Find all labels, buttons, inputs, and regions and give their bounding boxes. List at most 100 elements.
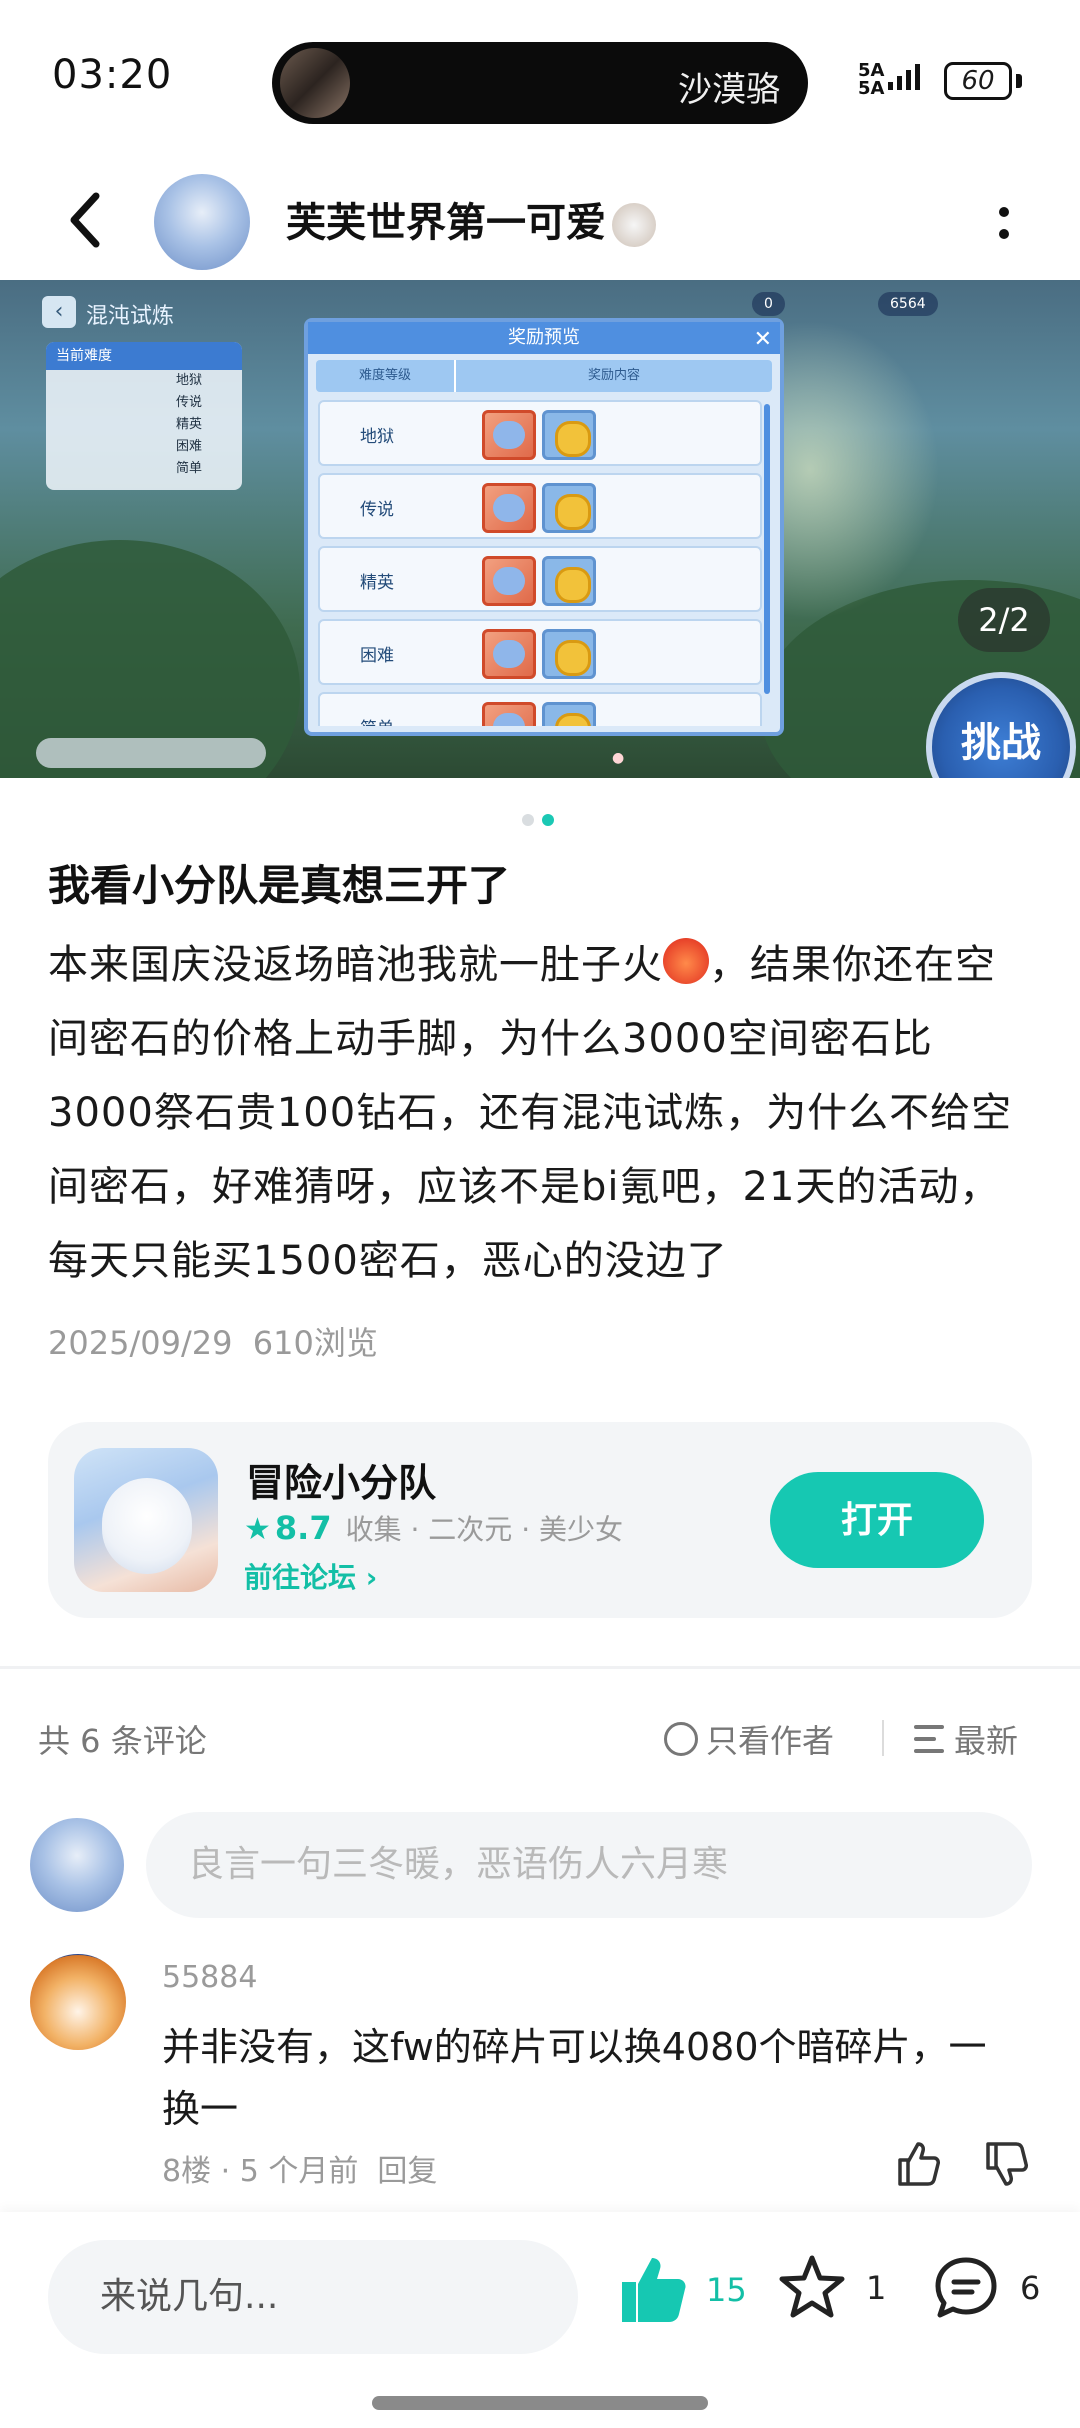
divider <box>882 1720 884 1756</box>
sort-button[interactable]: 最新 <box>914 1716 1018 1762</box>
comment-text: 并非没有，这fw的碎片可以换4080个暗碎片，一换一 <box>162 2025 987 2131</box>
author-only-toggle[interactable]: 只看作者 <box>664 1716 834 1762</box>
game-difficulty-panel: 当前难度 地狱 传说 精英 困难 简单 <box>46 342 242 490</box>
dialog-row: 地狱 <box>318 400 762 466</box>
game-panel-item: 简单 <box>175 461 202 476</box>
carousel-dot[interactable] <box>522 814 534 826</box>
dynamic-island[interactable]: 沙漠骆 <box>272 42 808 124</box>
status-bar: 03:20 沙漠骆 5A 5A 60 <box>0 0 1080 160</box>
island-media-thumbnail <box>280 48 350 118</box>
reward-card-icon <box>482 410 536 460</box>
more-options-icon[interactable] <box>984 188 1024 258</box>
favorite-count: 1 <box>866 2269 887 2307</box>
character-emoji-icon <box>612 203 656 247</box>
row-label: 传说 <box>360 500 394 520</box>
radio-icon <box>664 1722 698 1756</box>
post-date: 2025/09/29 <box>48 1324 233 1362</box>
comment-count: 6 <box>1020 2269 1041 2307</box>
my-avatar[interactable] <box>30 1818 124 1912</box>
row-label: 精英 <box>360 573 394 593</box>
game-panel-head: 当前难度 <box>46 342 242 370</box>
post-views: 610浏览 <box>252 1324 378 1362</box>
dialog-title: 奖励预览 ✕ <box>308 322 780 354</box>
back-arrow-icon[interactable] <box>56 180 116 260</box>
star-outline-icon <box>779 2255 845 2318</box>
bottom-action-bar: 来说几句... 15 1 6 <box>0 2212 1080 2428</box>
game-panel-item: 传说 <box>175 395 202 410</box>
game-back-icon: ‹ <box>42 296 76 328</box>
app-rating: ★ 8.7 收集 · 二次元 · 美少女 <box>244 1508 623 1548</box>
reward-card-icon <box>482 483 536 533</box>
comment-bubble-icon <box>935 2257 997 2318</box>
reward-preview-dialog: 奖励预览 ✕ 难度等级 奖励内容 地狱 传说 精英 困难 <box>304 318 784 736</box>
reply-input[interactable]: 来说几句... <box>48 2240 578 2354</box>
dialog-title-text: 奖励预览 <box>508 327 580 348</box>
dialog-row: 简单 <box>318 692 762 726</box>
forum-link[interactable]: 前往论坛 › <box>244 1556 377 1596</box>
author-name[interactable]: 芙芙世界第一可爱 <box>286 190 656 248</box>
reward-card-icon <box>482 556 536 606</box>
game-warning-text: ● <box>612 750 625 766</box>
game-mode-label: 混沌试炼 <box>86 304 175 329</box>
reward-coin-icon <box>542 629 596 679</box>
author-only-label: 只看作者 <box>706 1722 835 1760</box>
dialog-rows: 地狱 传说 精英 困难 简单 <box>318 400 762 726</box>
game-resource-a: 0 <box>752 292 785 316</box>
comments-count: 共 6 条评论 <box>38 1722 207 1760</box>
carousel-indicator <box>522 814 554 826</box>
commenter-name[interactable]: 55884 <box>162 1960 257 1995</box>
home-indicator[interactable] <box>372 2396 708 2410</box>
comment-input[interactable]: 良言一句三冬暖，恶语伤人六月寒 <box>146 1812 1032 1918</box>
reward-coin-icon <box>542 483 596 533</box>
reward-card-icon <box>482 702 536 726</box>
status-time: 03:20 <box>52 52 173 98</box>
game-panel-item: 地狱 <box>175 373 202 388</box>
row-label: 困难 <box>360 646 394 666</box>
author-avatar[interactable] <box>154 174 250 270</box>
game-panel-item: 困难 <box>175 439 202 454</box>
post-title: 我看小分队是真想三开了 <box>48 861 511 910</box>
thumbs-up-filled-icon <box>622 2258 686 2322</box>
favorite-button[interactable]: 1 <box>776 2252 886 2324</box>
row-label: 简单 <box>360 714 394 726</box>
star-icon: ★ <box>244 1512 271 1547</box>
signal-icon <box>888 64 920 90</box>
image-carousel[interactable]: ‹ 混沌试炼 当前难度 地狱 传说 精英 困难 简单 0 6564 奖励预览 ✕… <box>0 280 1080 778</box>
app-card[interactable]: 冒险小分队 ★ 8.7 收集 · 二次元 · 美少女 前往论坛 › 打开 <box>48 1422 1032 1618</box>
like-count: 15 <box>706 2271 747 2309</box>
battery-tip <box>1016 74 1022 88</box>
battery-icon: 60 <box>944 62 1012 100</box>
dialog-scrollbar <box>764 404 770 694</box>
like-button[interactable]: 15 <box>616 2252 747 2328</box>
col-rewards: 奖励内容 <box>587 368 640 383</box>
open-app-button[interactable]: 打开 <box>770 1472 984 1568</box>
network-type-label: 5A 5A <box>858 60 885 99</box>
reward-coin-icon <box>542 702 596 726</box>
col-difficulty: 难度等级 <box>316 360 456 392</box>
post-meta: 2025/09/29 610浏览 <box>48 1318 378 1364</box>
carousel-dot-active[interactable] <box>542 814 554 826</box>
sort-label: 最新 <box>954 1722 1019 1760</box>
dialog-row: 精英 <box>318 546 762 612</box>
row-label: 地狱 <box>360 427 394 447</box>
author-name-text: 芙芙世界第一可爱 <box>286 200 606 246</box>
app-tags: 收集 · 二次元 · 美少女 <box>345 1513 623 1546</box>
reply-link[interactable]: 回复 <box>377 2154 437 2189</box>
angry-face-emoji-icon <box>663 938 709 984</box>
post-header: 芙芙世界第一可爱 <box>0 160 1080 280</box>
reward-coin-icon <box>542 410 596 460</box>
commenter-avatar[interactable] <box>30 1954 126 2050</box>
game-resource-b: 6564 <box>878 292 938 316</box>
comment-dislike-icon[interactable] <box>980 2138 1032 2190</box>
dialog-row: 传说 <box>318 473 762 539</box>
comment-button[interactable]: 6 <box>930 2252 1040 2324</box>
post-body: 本来国庆没返场暗池我就一肚子火 ，结果你还在空间密石的价格上动手脚，为什么3000… <box>48 928 1032 1298</box>
app-icon[interactable] <box>74 1448 218 1592</box>
app-name: 冒险小分队 <box>246 1461 437 1505</box>
post-body-part-1: 本来国庆没返场暗池我就一肚子火 <box>48 942 663 988</box>
comment-like-icon[interactable] <box>892 2138 944 2190</box>
image-counter: 2/2 <box>958 588 1050 652</box>
app-score: 8.7 <box>274 1509 332 1547</box>
island-text: 沙漠骆 <box>678 70 780 110</box>
dialog-column-headers: 难度等级 奖励内容 <box>316 360 772 392</box>
